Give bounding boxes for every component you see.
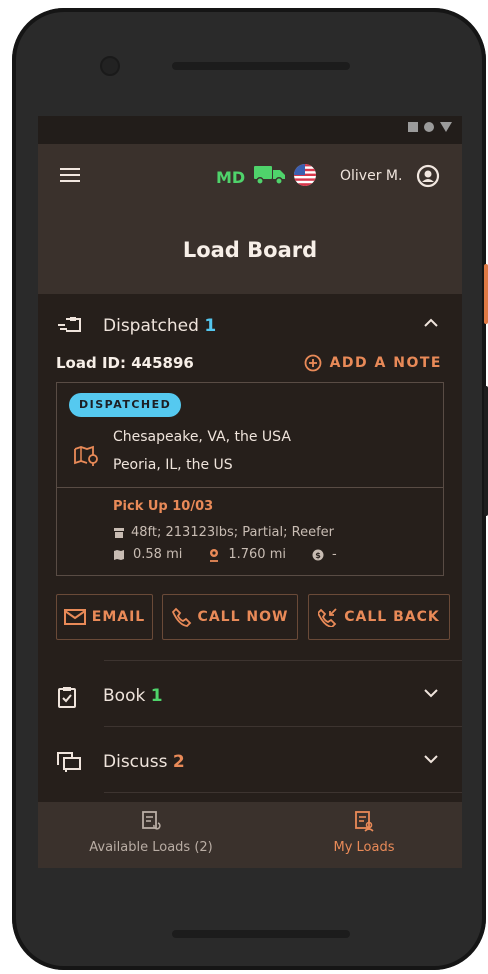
call-now-button[interactable]: CALL NOW bbox=[162, 594, 298, 640]
us-flag-icon bbox=[294, 164, 316, 186]
nav-available-label: Available Loads (2) bbox=[89, 840, 213, 855]
rate-value: - bbox=[331, 547, 337, 562]
circle-icon bbox=[424, 122, 434, 132]
my-loads-icon bbox=[355, 811, 374, 832]
section-divider bbox=[104, 660, 462, 661]
page-title: Load Board bbox=[182, 238, 318, 262]
phone-icon bbox=[171, 607, 191, 627]
section-title: Book bbox=[103, 686, 146, 706]
map-pin-icon bbox=[74, 445, 98, 466]
app-header: MD Oliver M. Load Board bbox=[38, 144, 462, 294]
section-title: Discuss bbox=[103, 752, 168, 772]
pickup-date: Pick Up 10/03 bbox=[113, 499, 214, 514]
section-label: Discuss 2 bbox=[103, 752, 185, 772]
call-now-label: CALL NOW bbox=[197, 609, 289, 625]
call-back-button[interactable]: CALL BACK bbox=[308, 594, 450, 640]
nav-my-loads[interactable]: My Loads bbox=[314, 810, 414, 855]
add-note-button[interactable]: ADD A NOTE bbox=[304, 354, 442, 372]
map-icon bbox=[114, 549, 124, 560]
card-divider bbox=[57, 487, 443, 488]
call-back-label: CALL BACK bbox=[344, 609, 440, 625]
section-label: Dispatched 1 bbox=[103, 316, 216, 336]
speaker-top bbox=[172, 62, 350, 70]
svg-text:$: $ bbox=[315, 551, 321, 560]
chevron-down-icon[interactable] bbox=[424, 754, 438, 764]
section-dispatched-header[interactable]: Dispatched 1 bbox=[38, 306, 462, 346]
equipment-details: 48ft; 213123lbs; Partial; Reefer bbox=[131, 525, 335, 540]
nav-my-loads-label: My Loads bbox=[333, 840, 395, 855]
section-divider bbox=[104, 726, 462, 727]
email-icon bbox=[63, 609, 86, 625]
square-icon bbox=[408, 122, 418, 132]
user-avatar-icon[interactable] bbox=[416, 164, 440, 188]
chevron-down-icon[interactable] bbox=[424, 688, 438, 698]
location-pin-icon bbox=[210, 548, 219, 562]
deadhead-distance: 0.58 mi bbox=[133, 547, 183, 562]
speaker-bottom bbox=[172, 930, 350, 938]
section-label: Book 1 bbox=[103, 686, 163, 706]
email-label: EMAIL bbox=[91, 609, 146, 625]
section-count: 1 bbox=[204, 316, 217, 336]
section-count: 1 bbox=[150, 686, 163, 706]
plus-circle-icon bbox=[304, 354, 321, 372]
load-id: Load ID: 445896 bbox=[56, 354, 194, 372]
dollar-icon: $ bbox=[312, 549, 324, 560]
state-badge: MD bbox=[216, 168, 246, 187]
box-icon bbox=[114, 527, 124, 538]
load-list: Dispatched 1 Load ID: 445896 ADD A NOTE … bbox=[38, 294, 462, 802]
nav-available-loads[interactable]: Available Loads (2) bbox=[76, 810, 226, 855]
menu-icon[interactable] bbox=[60, 168, 80, 182]
section-discuss-header[interactable]: Discuss 2 bbox=[38, 742, 462, 782]
section-count: 2 bbox=[172, 752, 185, 772]
triangle-icon bbox=[440, 122, 452, 132]
dispatch-icon bbox=[58, 317, 81, 332]
clipboard-check-icon bbox=[58, 687, 76, 708]
section-book-header[interactable]: Book 1 bbox=[38, 676, 462, 716]
phone-callback-icon bbox=[318, 608, 337, 627]
camera bbox=[100, 56, 120, 76]
trip-distance: 1.760 mi bbox=[228, 547, 286, 562]
load-details: 48ft; 213123lbs; Partial; Reefer bbox=[113, 525, 334, 540]
chat-icon bbox=[57, 752, 81, 772]
add-note-label: ADD A NOTE bbox=[329, 355, 442, 371]
available-loads-icon bbox=[142, 811, 161, 830]
status-badge: DISPATCHED bbox=[69, 393, 182, 417]
volume-button bbox=[484, 264, 488, 324]
load-card[interactable]: DISPATCHED Chesapeake, VA, the USA Peori… bbox=[56, 382, 444, 576]
power-button bbox=[484, 386, 488, 516]
app-screen: MD Oliver M. Load Board Dispatched 1 Loa… bbox=[38, 116, 462, 868]
destination-location: Peoria, IL, the US bbox=[113, 457, 233, 473]
truck-icon bbox=[254, 166, 285, 185]
bottom-nav: Available Loads (2) My Loads bbox=[38, 802, 462, 868]
status-bar bbox=[38, 116, 462, 144]
load-metrics: 0.58 mi 1.760 mi $ - bbox=[113, 547, 363, 562]
section-divider bbox=[104, 792, 462, 793]
section-title: Dispatched bbox=[103, 316, 199, 336]
user-name[interactable]: Oliver M. bbox=[340, 168, 402, 184]
email-button[interactable]: EMAIL bbox=[56, 594, 153, 640]
chevron-up-icon[interactable] bbox=[424, 318, 438, 328]
origin-location: Chesapeake, VA, the USA bbox=[113, 429, 291, 445]
